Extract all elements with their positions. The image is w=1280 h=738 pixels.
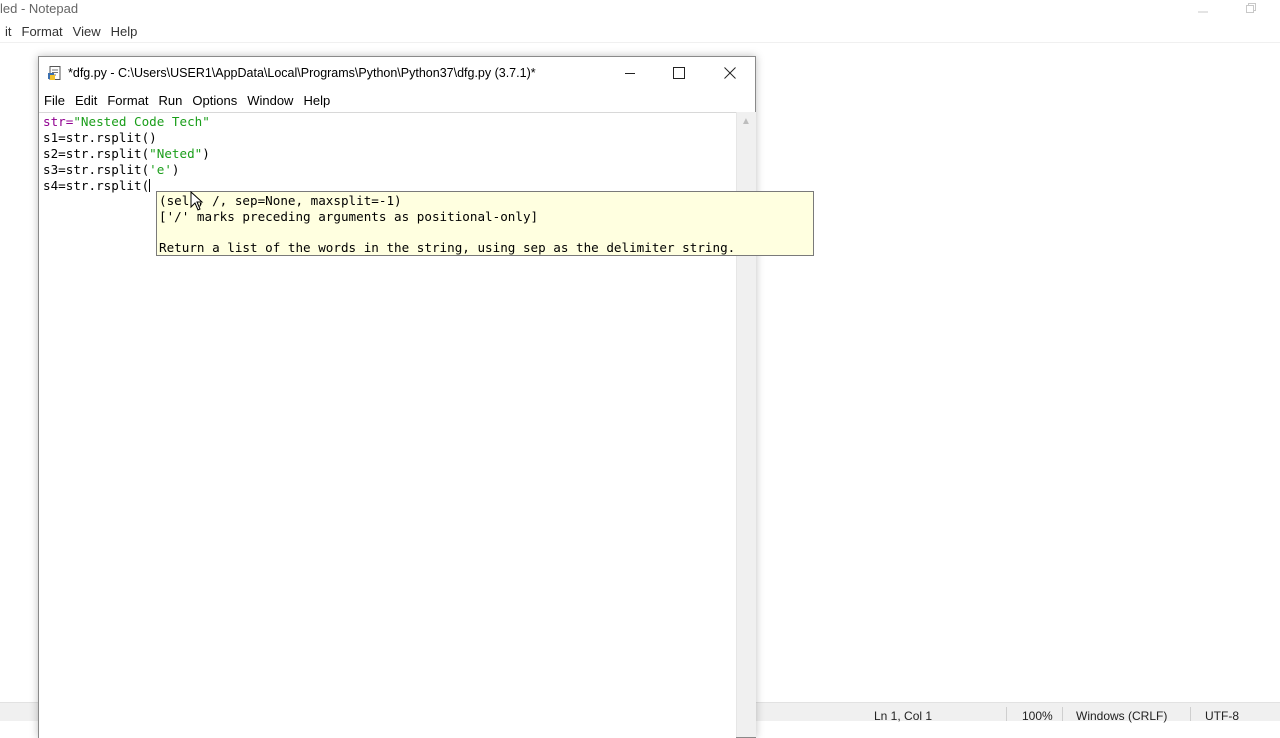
idle-menu-options[interactable]: Options [187,91,242,111]
code-line-4: s3=str.rsplit('e') [43,162,180,178]
status-line-ending: Windows (CRLF) [1076,709,1168,723]
maximize-icon [673,67,685,79]
idle-file-icon [48,66,61,80]
code-string-token: "Nested Code Tech" [73,114,210,129]
notepad-restore-button[interactable] [1228,0,1274,20]
calltip-tooltip: (self, /, sep=None, maxsplit=-1) ['/' ma… [156,191,814,256]
code-line-5: s4=str.rsplit( [43,178,151,194]
status-encoding: UTF-8 [1205,709,1239,723]
idle-minimize-button[interactable] [607,57,653,89]
code-token: ) [202,146,210,161]
notepad-menu-help[interactable]: Help [106,22,143,42]
idle-menubar: File Edit Format Run Options Window Help [39,91,335,111]
notepad-title: led - Notepad [0,1,79,16]
scroll-up-arrow-icon[interactable]: ▲ [741,116,751,127]
idle-titlebar[interactable]: *dfg.py - C:\Users\USER1\AppData\Local\P… [39,57,755,89]
notepad-menu-format[interactable]: Format [17,22,68,42]
idle-menu-help[interactable]: Help [298,91,335,111]
calltip-docstring: Return a list of the words in the string… [159,240,736,255]
code-line-2: s1=str.rsplit() [43,130,157,145]
status-position: Ln 1, Col 1 [874,709,933,723]
code-token: ) [171,162,180,177]
status-separator [1006,707,1007,721]
idle-menu-format[interactable]: Format [102,91,153,111]
code-line-1: str="Nested Code Tech" [43,114,210,130]
notepad-menubar-divider [0,42,1280,43]
code-token: str= [43,114,74,129]
notepad-menu-edit[interactable]: it [0,22,17,42]
status-zoom: 100% [1022,709,1053,723]
calltip-note: ['/' marks preceding arguments as positi… [159,209,539,224]
minimize-icon [625,73,635,74]
idle-menu-file[interactable]: File [39,91,70,111]
idle-menu-run[interactable]: Run [154,91,188,111]
idle-window-title: *dfg.py - C:\Users\USER1\AppData\Local\P… [68,66,536,80]
status-separator [1190,707,1191,721]
idle-close-button[interactable] [707,57,753,89]
code-string-token: "Neted" [149,146,203,161]
code-token: s2=str.rsplit( [43,146,150,161]
minimize-icon [1198,11,1208,13]
restore-icon [1246,3,1256,13]
code-token: s3=str.rsplit( [43,162,150,177]
idle-menu-window[interactable]: Window [242,91,298,111]
notepad-menubar: it Format View Help [0,22,142,42]
text-cursor [149,179,151,192]
status-separator [1062,707,1063,721]
code-string-token: 'e' [149,162,172,177]
code-line-3: s2=str.rsplit("Neted") [43,146,210,162]
code-token: s4=str.rsplit( [43,178,150,193]
idle-editor-window: *dfg.py - C:\Users\USER1\AppData\Local\P… [38,56,756,738]
idle-maximize-button[interactable] [656,57,702,89]
idle-menu-edit[interactable]: Edit [70,91,102,111]
notepad-minimize-button[interactable] [1180,0,1226,20]
close-icon [724,67,736,79]
notepad-menu-view[interactable]: View [68,22,106,42]
mouse-pointer-icon [190,191,204,211]
